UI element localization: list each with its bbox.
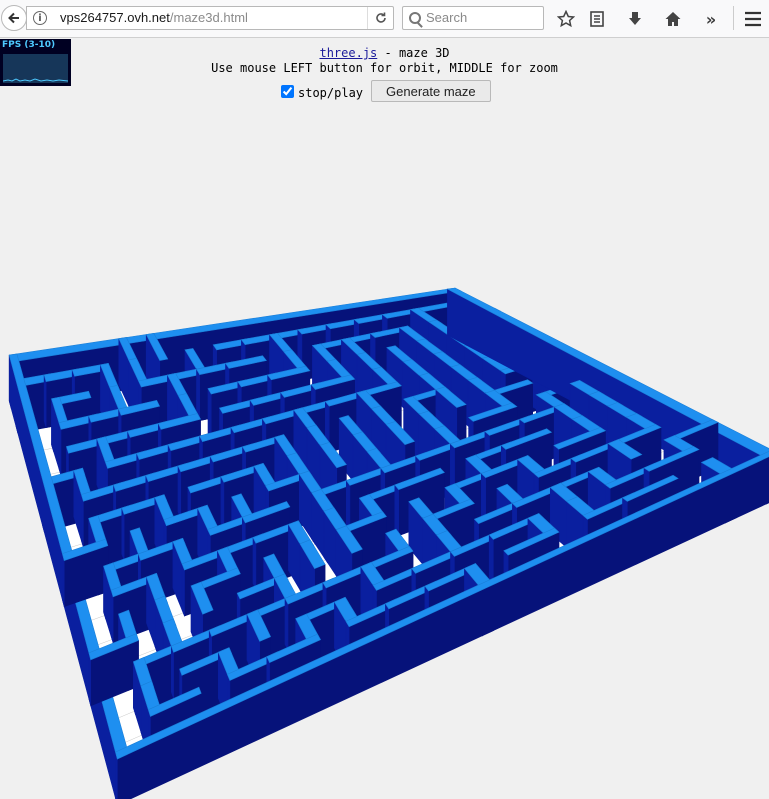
maze-wall-side — [177, 465, 182, 518]
title-suffix: - maze 3D — [377, 46, 450, 60]
instructions-text: Use mouse LEFT button for orbit, MIDDLE … — [211, 61, 558, 75]
maze-wall-side — [121, 507, 125, 561]
maze-wall-side — [110, 590, 114, 643]
controls-row: stop/play Generate maze — [281, 80, 491, 102]
stop-play-checkbox[interactable] — [281, 84, 294, 98]
maze-wall-side — [58, 422, 62, 476]
maze-wall-side — [207, 387, 212, 442]
maze-wall-side — [394, 484, 400, 537]
maze-3d-canvas[interactable] — [0, 0, 769, 799]
maze-wall-side — [220, 476, 225, 529]
maze-wall-side — [43, 374, 47, 428]
maze-wall-side — [171, 645, 174, 699]
maze-wall-side — [81, 494, 84, 548]
info-panel: three.js - maze 3D Use mouse LEFT button… — [0, 46, 769, 76]
maze-wall-side — [345, 479, 351, 533]
generate-maze-button[interactable]: Generate maze — [371, 80, 491, 102]
maze-wall-side — [488, 534, 494, 587]
page-title: three.js - maze 3D — [0, 46, 769, 61]
maze-wall-side — [181, 563, 185, 617]
maze-wall-side — [252, 537, 257, 590]
threejs-link[interactable]: three.js — [319, 46, 377, 60]
maze-wall-side — [88, 652, 91, 706]
maze-wall-side — [61, 553, 65, 607]
maze-wall-side — [284, 598, 289, 651]
stop-play-label[interactable]: stop/play — [298, 86, 363, 100]
